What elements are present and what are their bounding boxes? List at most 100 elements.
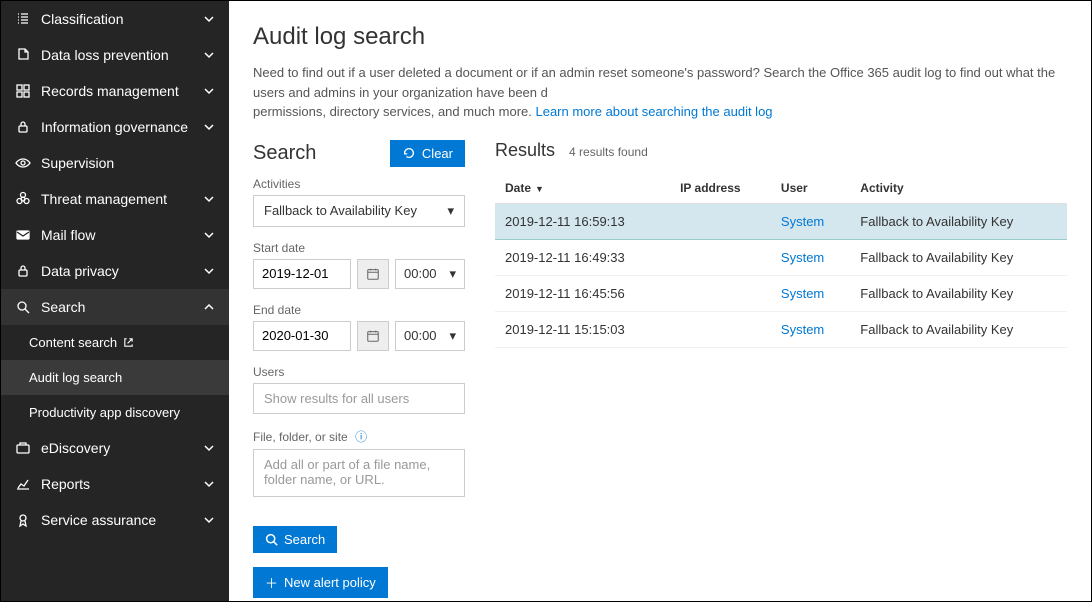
file-input[interactable] bbox=[253, 449, 465, 497]
start-date-calendar-button[interactable] bbox=[357, 259, 389, 289]
caret-down-icon: ▾ bbox=[449, 266, 456, 282]
search-icon bbox=[15, 299, 31, 315]
eye-icon bbox=[15, 155, 31, 171]
page-title: Audit log search bbox=[253, 23, 1067, 51]
chevron-up-icon bbox=[203, 301, 215, 313]
search-title: Search bbox=[253, 142, 316, 165]
cell-activity: Fallback to Availability Key bbox=[850, 275, 1067, 311]
shield-doc-icon bbox=[15, 47, 31, 63]
lock-icon bbox=[15, 119, 31, 135]
sidebar-item-label: Threat management bbox=[41, 191, 167, 207]
start-time-select[interactable]: 00:00 ▾ bbox=[395, 259, 465, 289]
cell-ip bbox=[670, 203, 771, 239]
sidebar-item-data-loss-prevention[interactable]: Data loss prevention bbox=[1, 37, 229, 73]
sidebar-item-service-assurance[interactable]: Service assurance bbox=[1, 502, 229, 538]
cell-ip bbox=[670, 239, 771, 275]
user-link[interactable]: System bbox=[781, 322, 824, 337]
search-panel: Search Clear Activities Fallback to Avai… bbox=[253, 140, 465, 602]
sort-desc-icon: ▼ bbox=[535, 184, 544, 194]
sidebar-item-records-management[interactable]: Records management bbox=[1, 73, 229, 109]
chevron-down-icon bbox=[203, 229, 215, 241]
sidebar-item-ediscovery[interactable]: eDiscovery bbox=[1, 430, 229, 466]
start-date-input[interactable] bbox=[253, 259, 351, 289]
end-date-calendar-button[interactable] bbox=[357, 321, 389, 351]
sidebar-item-mail-flow[interactable]: Mail flow bbox=[1, 217, 229, 253]
sidebar-item-classification[interactable]: Classification bbox=[1, 1, 229, 37]
sidebar-item-label: Classification bbox=[41, 11, 123, 27]
cell-activity: Fallback to Availability Key bbox=[850, 203, 1067, 239]
calendar-icon bbox=[366, 329, 380, 343]
search-button[interactable]: Search bbox=[253, 526, 337, 553]
sidebar-item-threat-management[interactable]: Threat management bbox=[1, 181, 229, 217]
plus-icon: ＋ bbox=[265, 573, 278, 592]
ribbon-icon bbox=[15, 512, 31, 528]
results-count: 4 results found bbox=[569, 145, 648, 159]
chevron-down-icon bbox=[203, 442, 215, 454]
col-ip[interactable]: IP address bbox=[670, 173, 771, 204]
results-title: Results bbox=[495, 140, 555, 161]
chevron-down-icon bbox=[203, 193, 215, 205]
lock-icon bbox=[15, 263, 31, 279]
sidebar-item-label: Data privacy bbox=[41, 263, 119, 279]
cell-date: 2019-12-11 16:45:56 bbox=[495, 275, 670, 311]
sidebar-item-data-privacy[interactable]: Data privacy bbox=[1, 253, 229, 289]
chevron-down-icon bbox=[203, 121, 215, 133]
sidebar-item-label: Service assurance bbox=[41, 512, 156, 528]
results-panel: Results 4 results found Date▼ IP address… bbox=[495, 140, 1067, 602]
caret-down-icon: ▾ bbox=[449, 328, 456, 344]
start-date-label: Start date bbox=[253, 241, 465, 255]
sidebar-item-label: Records management bbox=[41, 83, 179, 99]
table-row[interactable]: 2019-12-11 15:15:03SystemFallback to Ava… bbox=[495, 311, 1067, 347]
info-icon[interactable]: ⓘ bbox=[355, 430, 367, 444]
list-icon bbox=[15, 11, 31, 27]
user-link[interactable]: System bbox=[781, 250, 824, 265]
undo-icon bbox=[402, 146, 416, 160]
sidebar-item-label: Reports bbox=[41, 476, 90, 492]
col-activity[interactable]: Activity bbox=[850, 173, 1067, 204]
cell-user: System bbox=[771, 311, 850, 347]
sidebar-item-label: Search bbox=[41, 299, 85, 315]
sidebar-item-search[interactable]: Search bbox=[1, 289, 229, 325]
chevron-down-icon bbox=[203, 478, 215, 490]
cell-date: 2019-12-11 16:49:33 bbox=[495, 239, 670, 275]
activities-label: Activities bbox=[253, 177, 465, 191]
sidebar-subitem-content-search[interactable]: Content search bbox=[1, 325, 229, 360]
end-date-input[interactable] bbox=[253, 321, 351, 351]
cell-ip bbox=[670, 275, 771, 311]
end-date-label: End date bbox=[253, 303, 465, 317]
sidebar-item-information-governance[interactable]: Information governance bbox=[1, 109, 229, 145]
external-link-icon bbox=[123, 337, 134, 348]
sidebar-item-supervision[interactable]: Supervision bbox=[1, 145, 229, 181]
calendar-icon bbox=[366, 267, 380, 281]
col-user[interactable]: User bbox=[771, 173, 850, 204]
cell-user: System bbox=[771, 239, 850, 275]
cell-user: System bbox=[771, 203, 850, 239]
chevron-down-icon bbox=[203, 514, 215, 526]
user-link[interactable]: System bbox=[781, 286, 824, 301]
sidebar-item-label: Mail flow bbox=[41, 227, 95, 243]
sidebar: Classification Data loss prevention Record… bbox=[1, 1, 229, 601]
activities-dropdown[interactable]: Fallback to Availability Key ▾ bbox=[253, 195, 465, 227]
clear-button[interactable]: Clear bbox=[390, 140, 465, 167]
sidebar-subitem-productivity-app-discovery[interactable]: Productivity app discovery bbox=[1, 395, 229, 430]
cell-activity: Fallback to Availability Key bbox=[850, 311, 1067, 347]
file-label: File, folder, or site ⓘ bbox=[253, 428, 465, 445]
col-date[interactable]: Date▼ bbox=[495, 173, 670, 204]
table-row[interactable]: 2019-12-11 16:59:13SystemFallback to Ava… bbox=[495, 203, 1067, 239]
page-description: Need to find out if a user deleted a doc… bbox=[253, 63, 1067, 122]
table-row[interactable]: 2019-12-11 16:49:33SystemFallback to Ava… bbox=[495, 239, 1067, 275]
main-content: Audit log search Need to find out if a u… bbox=[229, 1, 1091, 601]
user-link[interactable]: System bbox=[781, 214, 824, 229]
sidebar-subitem-audit-log-search[interactable]: Audit log search bbox=[1, 360, 229, 395]
sidebar-item-reports[interactable]: Reports bbox=[1, 466, 229, 502]
new-alert-policy-button[interactable]: ＋ New alert policy bbox=[253, 567, 388, 598]
sidebar-item-label: Information governance bbox=[41, 119, 188, 135]
search-icon bbox=[265, 533, 278, 546]
biohazard-icon bbox=[15, 191, 31, 207]
table-row[interactable]: 2019-12-11 16:45:56 System Fallback to Ava… bbox=[495, 275, 1067, 311]
chevron-down-icon bbox=[203, 265, 215, 277]
learn-more-link[interactable]: Learn more about searching the audit log bbox=[535, 104, 772, 119]
users-input[interactable] bbox=[253, 383, 465, 414]
end-time-select[interactable]: 00:00 ▾ bbox=[395, 321, 465, 351]
sidebar-item-label: Audit log search bbox=[29, 370, 122, 385]
